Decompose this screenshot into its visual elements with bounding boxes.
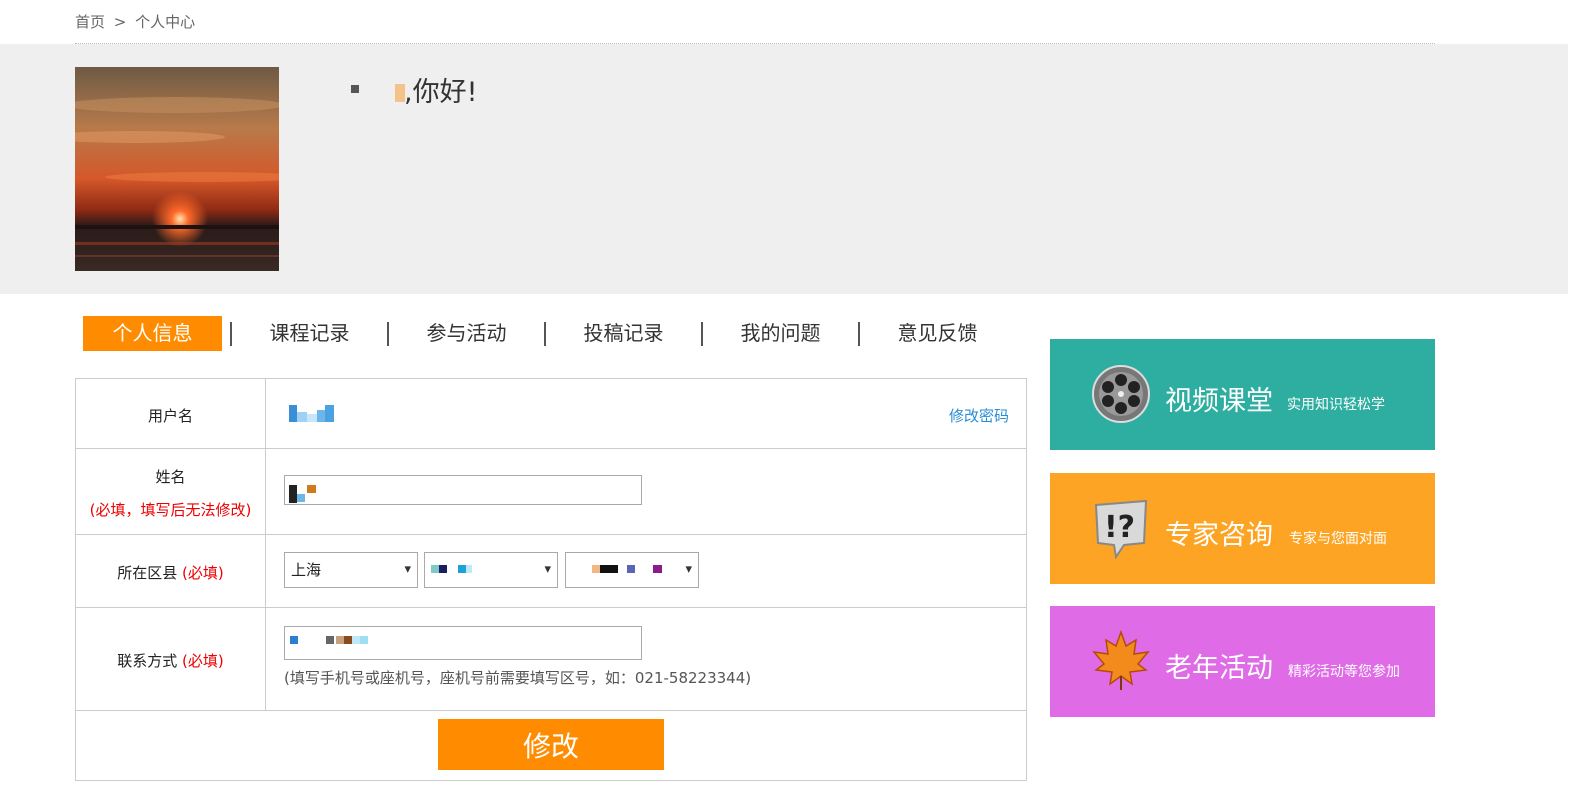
promo-title: 老年活动 <box>1165 653 1273 684</box>
promo-subtitle: 专家与您面对面 <box>1289 531 1387 547</box>
film-reel-icon <box>1090 363 1152 425</box>
promo-subtitle: 精彩活动等您参加 <box>1288 664 1400 680</box>
username-label: 用户名 <box>147 407 193 425</box>
username-value <box>289 405 335 422</box>
row-divider <box>76 448 1026 449</box>
breadcrumb: 首页 > 个人中心 <box>75 11 199 32</box>
promo-expert-consult[interactable]: !? 专家咨询 专家与您面对面 <box>1050 473 1435 584</box>
name-field[interactable] <box>284 475 642 505</box>
tab-submissions[interactable]: 投稿记录 <box>567 316 680 351</box>
chevron-down-icon: ▾ <box>685 562 692 577</box>
tab-divider <box>544 322 546 346</box>
contact-field[interactable] <box>284 626 642 660</box>
promo-senior-activities[interactable]: 老年活动 精彩活动等您参加 <box>1050 606 1435 717</box>
greeting-text: ,你好! <box>404 77 478 108</box>
svg-text:!?: !? <box>1104 510 1135 545</box>
promo-video-classroom[interactable]: 视频课堂 实用知识轻松学 <box>1050 339 1435 450</box>
tab-divider <box>387 322 389 346</box>
province-select[interactable]: 上海 ▾ <box>284 552 418 588</box>
greeting-bullet-icon <box>351 85 359 93</box>
contact-label: 联系方式 (必填) <box>76 650 265 671</box>
tab-activities[interactable]: 参与活动 <box>410 316 523 351</box>
maple-leaf-icon <box>1090 629 1152 692</box>
name-required-note: (必填，填写后无法修改) <box>89 501 252 519</box>
district-label: 所在区县 (必填) <box>76 562 265 583</box>
promo-subtitle: 实用知识轻松学 <box>1287 397 1385 413</box>
tab-personal-info[interactable]: 个人信息 <box>83 316 222 351</box>
tab-divider <box>701 322 703 346</box>
profile-form: 用户名 修改密码 姓名 (必填，填写后无法修改) 所在区县 (必填) 上海 ▾ … <box>75 378 1027 781</box>
question-bubble-icon: !? <box>1090 497 1152 560</box>
tab-course-records[interactable]: 课程记录 <box>253 316 366 351</box>
district-required-note: (必填) <box>182 564 224 582</box>
tab-divider <box>858 322 860 346</box>
breadcrumb-home[interactable]: 首页 <box>75 13 105 31</box>
contact-required-note: (必填) <box>182 652 224 670</box>
row-divider <box>76 607 1026 608</box>
row-divider <box>76 534 1026 535</box>
row-divider <box>76 710 1026 711</box>
column-divider <box>265 379 266 710</box>
city-select[interactable]: ▾ <box>424 552 558 588</box>
district-select[interactable]: ▾ <box>565 552 699 588</box>
chevron-down-icon: ▾ <box>544 562 551 577</box>
tab-feedback[interactable]: 意见反馈 <box>881 316 994 351</box>
avatar <box>75 67 279 271</box>
contact-label-text: 联系方式 <box>117 652 178 670</box>
contact-hint: (填写手机号或座机号，座机号前需要填写区号，如：021-58223344) <box>284 669 752 687</box>
submit-button[interactable]: 修改 <box>438 719 664 770</box>
tab-my-questions[interactable]: 我的问题 <box>724 316 837 351</box>
change-password-link[interactable]: 修改密码 <box>949 405 1009 426</box>
name-label: 姓名 <box>155 468 186 486</box>
province-selected-value: 上海 <box>291 561 322 579</box>
district-label-text: 所在区县 <box>117 564 178 582</box>
breadcrumb-current: 个人中心 <box>135 13 196 31</box>
chevron-down-icon: ▾ <box>404 562 411 577</box>
promo-title: 专家咨询 <box>1165 520 1273 551</box>
tab-divider <box>230 322 232 346</box>
breadcrumb-separator: > <box>113 13 127 31</box>
promo-title: 视频课堂 <box>1165 386 1273 417</box>
